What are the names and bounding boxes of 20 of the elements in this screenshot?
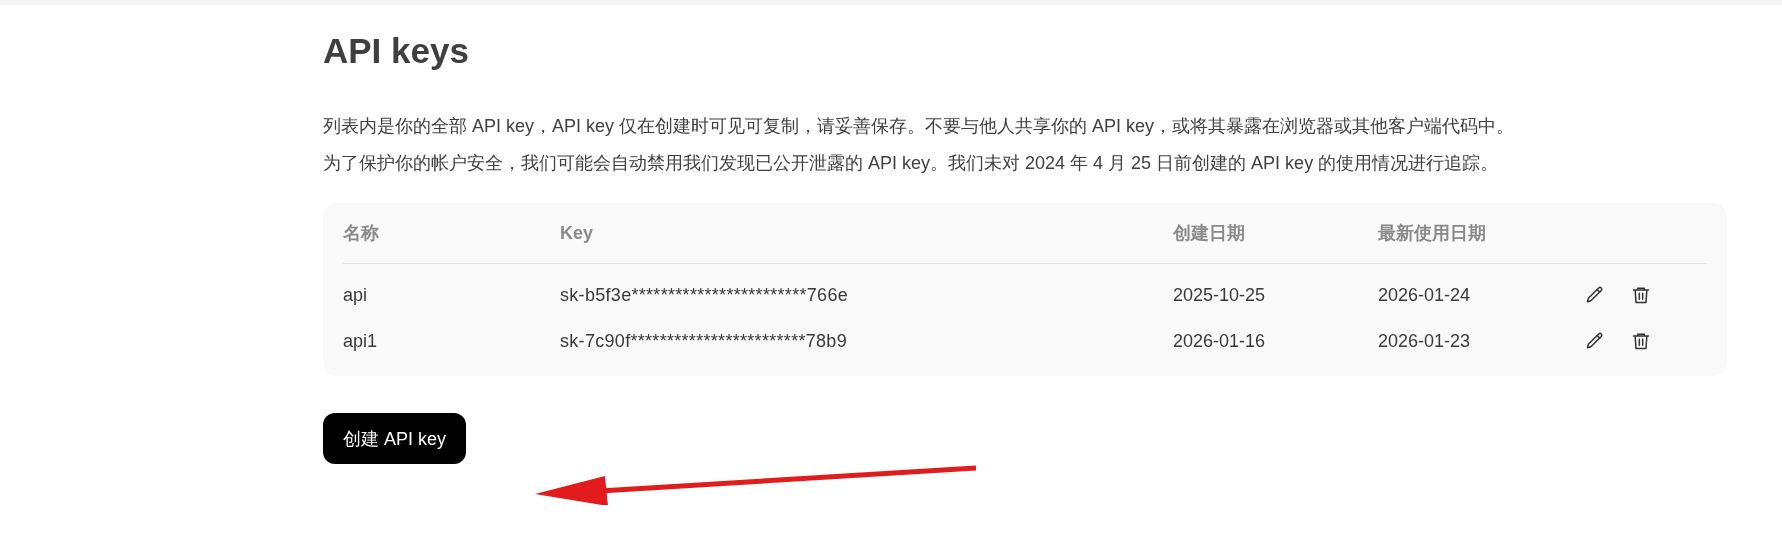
table-cell: 2026-01-16 — [1173, 330, 1266, 352]
table-cell: sk-7c90f************************78b9 — [560, 330, 847, 352]
table-cell: 2026-01-24 — [1378, 284, 1471, 306]
trash-icon — [1631, 331, 1651, 351]
page-title: API keys — [323, 31, 469, 71]
pencil-icon — [1585, 331, 1605, 351]
table-cell: sk-b5f3e************************766e — [560, 284, 848, 306]
column-header: 名称 — [343, 222, 379, 245]
trash-icon — [1631, 285, 1651, 305]
table-cell: 2025-10-25 — [1173, 284, 1266, 306]
table-cell: 2026-01-23 — [1378, 330, 1471, 352]
pencil-icon — [1585, 285, 1605, 305]
table-cell: api1 — [343, 330, 378, 352]
column-header: Key — [560, 222, 594, 244]
column-header: 创建日期 — [1173, 222, 1245, 245]
column-header: 最新使用日期 — [1378, 222, 1486, 245]
description-text: 为了保护你的帐户安全，我们可能会自动禁用我们发现已公开泄露的 API key。我们未对 2024 年 4 月 25 日前创建的 API key 的使用情况进行追踪。 — [323, 152, 1499, 175]
create-key-button[interactable]: 创建 API key — [323, 413, 467, 464]
table-cell: api — [343, 284, 368, 306]
description-text: 列表内是你的全部 API key，API key 仅在创建时可见可复制，请妥善保存。不要与他人共享你的 API key，或将其暴露在浏览器或其他客户端代码中。 — [323, 115, 1515, 138]
